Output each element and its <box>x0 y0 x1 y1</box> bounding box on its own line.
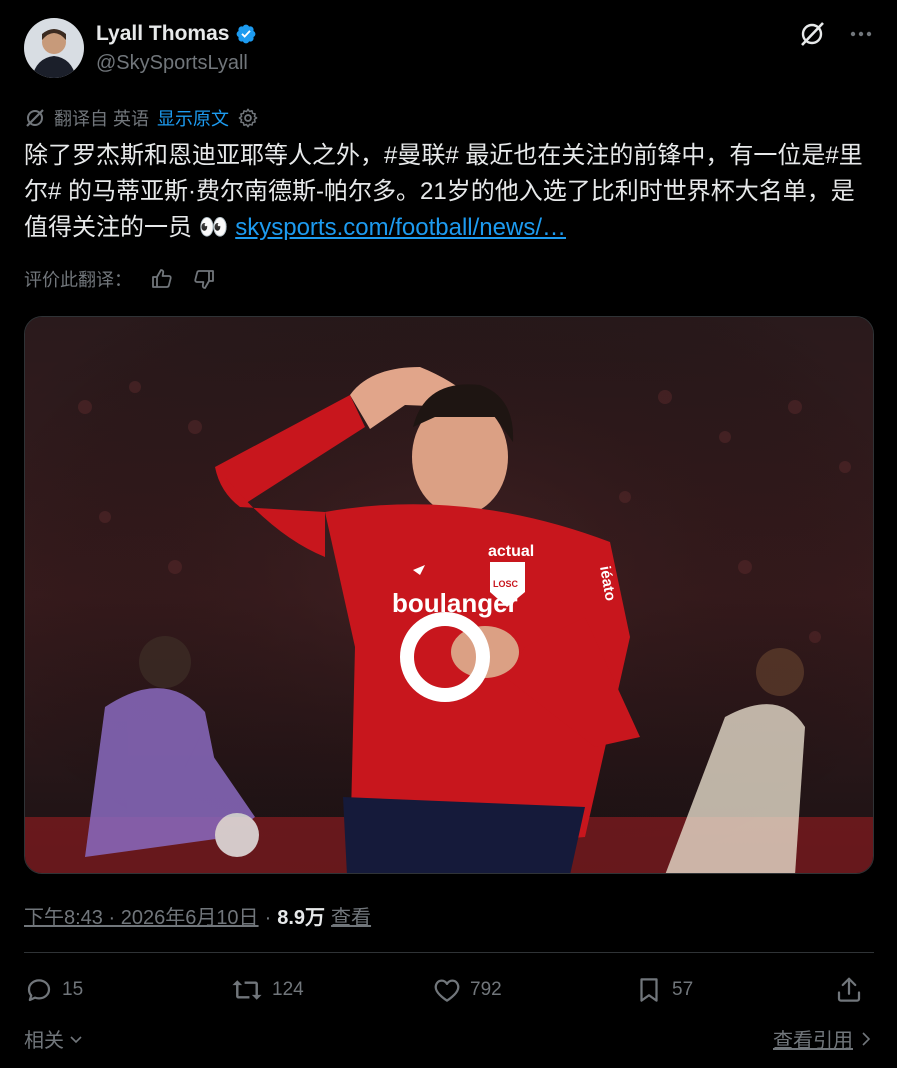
avatar-image <box>24 18 84 78</box>
thumbs-down-icon[interactable] <box>192 267 216 291</box>
like-button[interactable]: 792 <box>432 970 502 1010</box>
hashtag-link[interactable]: #曼联# <box>384 142 459 169</box>
tweet-header: Lyall Thomas @SkySportsLyall <box>24 18 874 80</box>
divider <box>24 952 874 953</box>
translation-info: 翻译自 英语 显示原文 <box>24 105 259 131</box>
jersey-brand: actual <box>488 543 534 560</box>
grok-translate-icon <box>26 109 44 127</box>
thumbs-up-icon[interactable] <box>150 267 174 291</box>
related-label: 相关 <box>24 1030 64 1052</box>
author-handle[interactable]: @SkySportsLyall <box>96 52 257 75</box>
reply-button[interactable]: 15 <box>24 970 83 1010</box>
rate-translation-label: 评价此翻译： <box>24 270 132 290</box>
jersey-club-badge: LOSC <box>493 579 519 589</box>
more-options-icon[interactable] <box>848 21 874 47</box>
share-button[interactable] <box>834 970 864 1010</box>
retweet-count: 124 <box>272 979 304 1000</box>
grok-icon[interactable] <box>798 20 826 48</box>
article-link[interactable]: skysports.com/football/news/… <box>235 214 566 241</box>
settings-gear-icon[interactable] <box>237 107 259 129</box>
tweet-timestamp[interactable]: 下午8:43 · 2026年6月10日 <box>24 901 259 930</box>
author-avatar[interactable] <box>24 18 84 78</box>
view-quotes-label: 查看引用 <box>773 1030 853 1052</box>
meta-separator: · <box>264 907 272 929</box>
verified-badge-icon <box>237 24 256 44</box>
chevron-down-icon <box>70 1035 82 1043</box>
author-info: Lyall Thomas @SkySportsLyall <box>96 20 257 75</box>
share-icon <box>837 977 861 1002</box>
views-count: 8.9万 <box>277 907 326 929</box>
view-quotes-link[interactable]: 查看引用 <box>773 1024 873 1053</box>
header-actions <box>798 20 874 48</box>
tweet-text-part: 最近也在关注的前锋中，有一位是 <box>458 142 826 169</box>
tweet-text-part: 除了罗杰斯和恩迪亚耶等人之外， <box>24 142 384 169</box>
like-count: 792 <box>470 979 502 1000</box>
show-original-link[interactable]: 显示原文 <box>157 105 229 131</box>
rate-translation: 评价此翻译： <box>24 266 216 292</box>
tweet-actions: 15 124 792 57 <box>24 970 874 1010</box>
tweet-media-image[interactable]: boulanger actual LOSC iéato <box>24 316 874 874</box>
related-toggle[interactable]: 相关 <box>24 1024 84 1053</box>
retweet-button[interactable]: 124 <box>230 970 304 1010</box>
football-photo: boulanger actual LOSC iéato <box>25 317 873 873</box>
chevron-right-icon <box>862 1031 871 1046</box>
reply-icon <box>27 979 51 1002</box>
retweet-icon <box>232 980 262 1000</box>
translated-from-label: 翻译自 英语 <box>54 109 150 129</box>
author-name[interactable]: Lyall Thomas <box>96 22 229 46</box>
bookmark-count: 57 <box>672 979 694 1000</box>
tweet-meta: 下午8:43 · 2026年6月10日 · 8.9万 查看 <box>24 901 371 930</box>
bookmark-button[interactable]: 57 <box>634 970 693 1010</box>
reply-count: 15 <box>62 979 84 1000</box>
bookmark-icon <box>640 978 658 1002</box>
views-label[interactable]: 查看 <box>331 901 371 930</box>
heart-icon <box>434 979 460 1002</box>
tweet-text: 除了罗杰斯和恩迪亚耶等人之外，#曼联# 最近也在关注的前锋中，有一位是#里尔# … <box>24 138 874 246</box>
